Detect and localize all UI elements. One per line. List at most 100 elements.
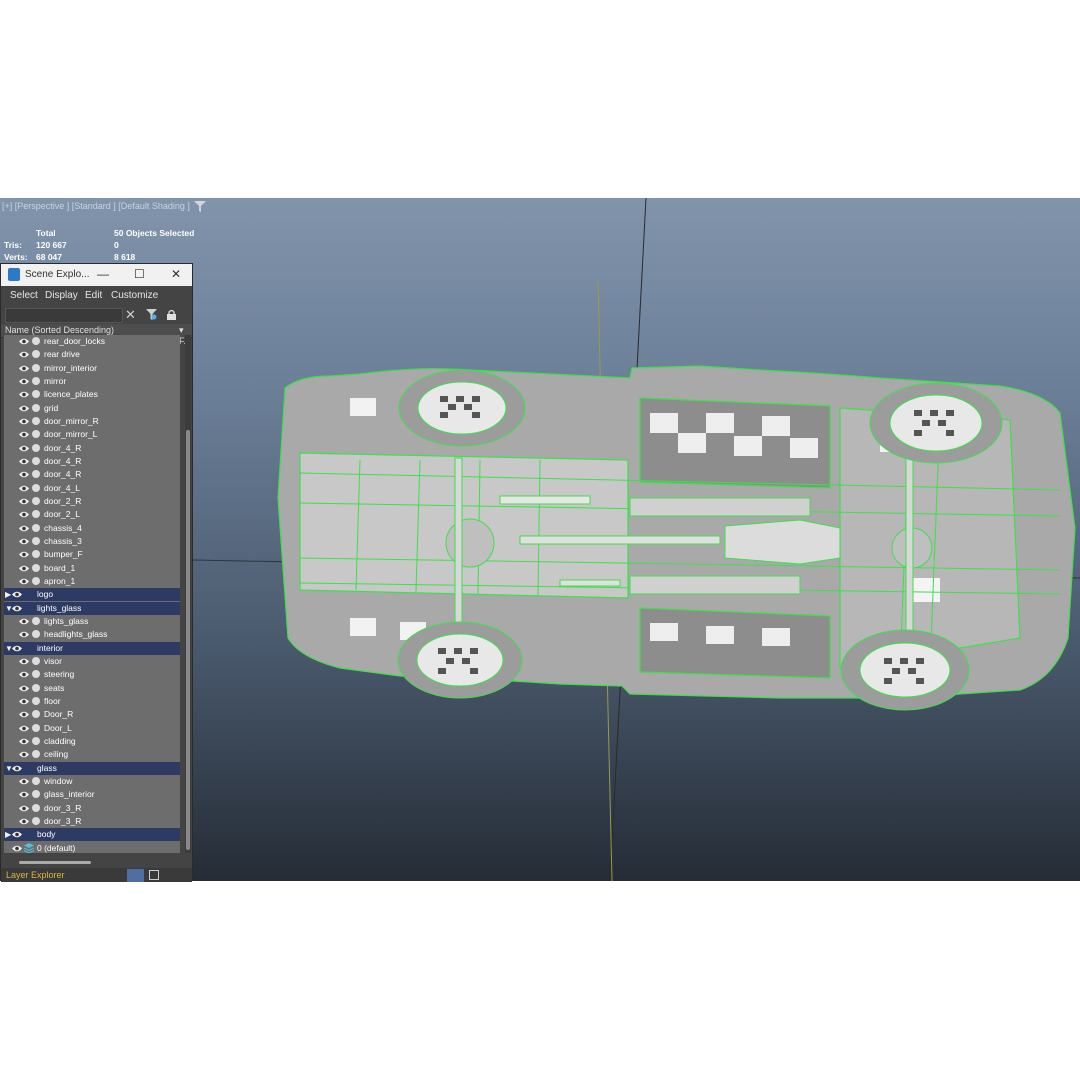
visibility-eye-icon[interactable] [19, 657, 29, 666]
visibility-eye-icon[interactable] [19, 524, 29, 533]
object-row[interactable]: door_4_R [4, 455, 180, 468]
layer-row[interactable]: ▼ lights_glass [4, 601, 180, 615]
freeze-toggle-icon[interactable] [32, 816, 40, 825]
visibility-eye-icon[interactable] [19, 550, 29, 559]
freeze-toggle-icon[interactable] [32, 803, 40, 812]
freeze-toggle-icon[interactable] [32, 390, 40, 399]
horizontal-scrollbar[interactable] [19, 861, 91, 864]
object-row[interactable]: glass_interior [4, 788, 180, 801]
freeze-toggle-icon[interactable] [32, 683, 40, 692]
object-row[interactable]: door_3_R [4, 815, 180, 828]
visibility-eye-icon[interactable] [19, 337, 29, 346]
visibility-eye-icon[interactable] [19, 470, 29, 479]
object-row[interactable]: 0 (default) [4, 842, 180, 853]
object-row[interactable]: headlights_glass [4, 628, 180, 641]
visibility-eye-icon[interactable] [19, 497, 29, 506]
freeze-toggle-icon[interactable] [32, 656, 40, 665]
visibility-eye-icon[interactable] [19, 577, 29, 586]
visibility-eye-icon[interactable] [19, 777, 29, 786]
scene-explorer-window[interactable]: Scene Explo... — ☐ ✕ Select Display Edit… [0, 263, 193, 882]
layer-row[interactable]: ▼ interior [4, 641, 180, 655]
filter-icon[interactable] [146, 309, 157, 320]
object-row[interactable]: mirror [4, 375, 180, 388]
object-row[interactable]: lights_glass [4, 615, 180, 628]
maximize-button[interactable]: ☐ [134, 267, 145, 281]
freeze-toggle-icon[interactable] [32, 483, 40, 492]
visibility-eye-icon[interactable] [19, 457, 29, 466]
layer-row[interactable]: ▼ glass [4, 761, 180, 775]
menu-edit[interactable]: Edit [85, 290, 102, 301]
object-row[interactable]: licence_plates [4, 388, 180, 401]
expand-arrow-icon[interactable]: ▶ [5, 830, 11, 839]
visibility-eye-icon[interactable] [19, 630, 29, 639]
visibility-eye-icon[interactable] [19, 737, 29, 746]
menu-customize[interactable]: Customize [111, 290, 158, 301]
menu-display[interactable]: Display [45, 290, 78, 301]
menu-select[interactable]: Select [10, 290, 38, 301]
visibility-eye-icon[interactable] [19, 444, 29, 453]
freeze-toggle-icon[interactable] [32, 443, 40, 452]
search-input[interactable] [5, 308, 123, 323]
visibility-eye-icon[interactable] [19, 697, 29, 706]
minimize-button[interactable]: — [97, 267, 109, 281]
freeze-toggle-icon[interactable] [32, 790, 40, 799]
freeze-toggle-icon[interactable] [32, 710, 40, 719]
viewport-label[interactable]: [+] [Perspective ] [Standard ] [Default … [2, 201, 190, 211]
object-row[interactable]: mirror_interior [4, 362, 180, 375]
visibility-eye-icon[interactable] [19, 364, 29, 373]
scene-object-list[interactable]: rear_door_locks rear drive mirror_interior… [4, 335, 180, 853]
clear-search-icon[interactable]: ✕ [125, 307, 136, 323]
visibility-eye-icon[interactable] [12, 844, 22, 853]
freeze-toggle-icon[interactable] [32, 670, 40, 679]
object-row[interactable]: ceiling [4, 748, 180, 761]
visibility-eye-icon[interactable] [19, 670, 29, 679]
hierarchy-mode-button[interactable] [149, 870, 159, 880]
object-row[interactable]: Door_R [4, 708, 180, 721]
object-row[interactable]: door_mirror_R [4, 415, 180, 428]
object-row[interactable]: apron_1 [4, 575, 180, 588]
visibility-eye-icon[interactable] [19, 564, 29, 573]
layer-mode-button[interactable] [127, 869, 144, 882]
visibility-eye-icon[interactable] [19, 750, 29, 759]
visibility-eye-icon[interactable] [19, 804, 29, 813]
visibility-eye-icon[interactable] [19, 484, 29, 493]
object-row[interactable]: door_3_R [4, 802, 180, 815]
visibility-eye-icon[interactable] [12, 644, 22, 653]
freeze-toggle-icon[interactable] [32, 510, 40, 519]
object-row[interactable]: steering [4, 668, 180, 681]
vertical-scrollbar[interactable] [185, 335, 191, 853]
object-row[interactable]: rear_door_locks [4, 335, 180, 348]
object-row[interactable]: floor [4, 695, 180, 708]
freeze-toggle-icon[interactable] [32, 536, 40, 545]
freeze-toggle-icon[interactable] [32, 523, 40, 532]
expand-arrow-icon[interactable]: ▶ [5, 590, 11, 599]
visibility-eye-icon[interactable] [19, 430, 29, 439]
visibility-eye-icon[interactable] [19, 417, 29, 426]
visibility-eye-icon[interactable] [12, 590, 22, 599]
visibility-eye-icon[interactable] [19, 537, 29, 546]
object-row[interactable]: grid [4, 402, 180, 415]
freeze-toggle-icon[interactable] [32, 350, 40, 359]
object-row[interactable]: rear drive [4, 348, 180, 361]
object-row[interactable]: door_4_R [4, 442, 180, 455]
viewport-filter-icon[interactable] [194, 201, 206, 212]
object-row[interactable]: Door_L [4, 722, 180, 735]
layer-explorer-tab[interactable]: Layer Explorer [6, 870, 65, 880]
freeze-toggle-icon[interactable] [32, 750, 40, 759]
layer-row[interactable]: ▶ body [4, 828, 180, 842]
freeze-toggle-icon[interactable] [32, 403, 40, 412]
freeze-toggle-icon[interactable] [32, 696, 40, 705]
name-column-header[interactable]: Name (Sorted Descending) [5, 325, 114, 335]
object-row[interactable]: bumper_F [4, 548, 180, 561]
object-row[interactable]: door_2_R [4, 495, 180, 508]
visibility-eye-icon[interactable] [19, 684, 29, 693]
freeze-toggle-icon[interactable] [32, 576, 40, 585]
freeze-toggle-icon[interactable] [32, 376, 40, 385]
object-row[interactable]: chassis_4 [4, 522, 180, 535]
visibility-eye-icon[interactable] [19, 510, 29, 519]
freeze-toggle-icon[interactable] [32, 337, 40, 345]
visibility-eye-icon[interactable] [12, 764, 22, 773]
freeze-toggle-icon[interactable] [32, 776, 40, 785]
object-row[interactable]: visor [4, 655, 180, 668]
freeze-toggle-icon[interactable] [32, 736, 40, 745]
